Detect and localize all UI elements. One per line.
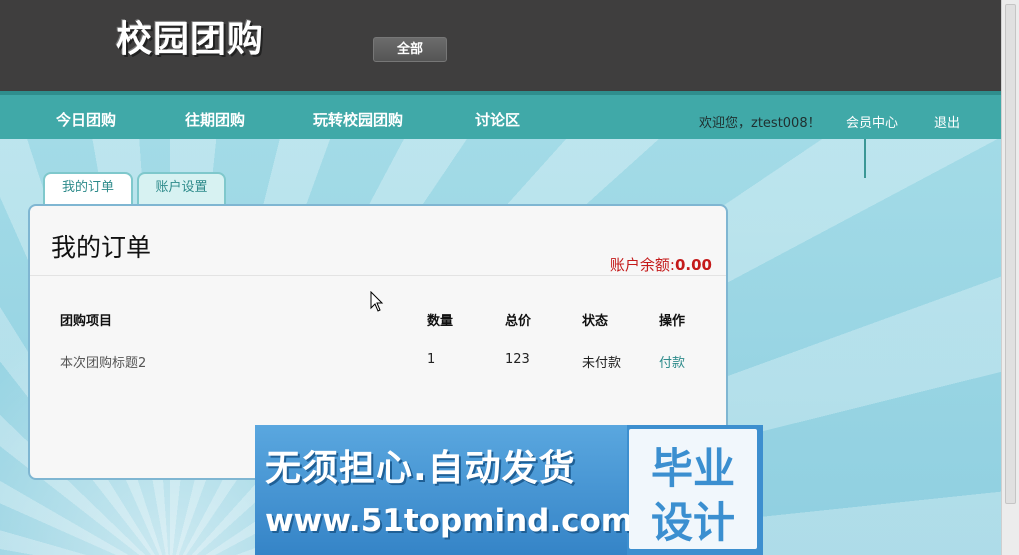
column-header-action: 操作 [659,314,686,329]
order-status: 未付款 [582,356,622,371]
main-nav: 今日团购 往期团购 玩转校园团购 讨论区 欢迎您，ztest008！ 会员中心 … [0,91,1001,139]
nav-past-deals[interactable]: 往期团购 [185,109,245,130]
ad-box-line1: 毕业 [650,444,735,493]
nav-campus-guide[interactable]: 玩转校园团购 [313,109,403,130]
ad-banner[interactable]: 无须担心.自动发货 www.51topmind.com 毕业 设计 [255,425,763,555]
nav-forum[interactable]: 讨论区 [475,109,520,130]
balance-value: 0.00 [674,256,712,274]
ad-box-line2: 设计 [650,498,735,547]
tab-my-orders[interactable]: 我的订单 [43,172,133,204]
ad-url: www.51topmind.com [265,503,634,539]
dropdown-indicator-line [864,139,866,178]
ad-slogan: 无须担心.自动发货 [265,448,576,489]
member-center-link[interactable]: 会员中心 [846,112,898,131]
pay-link[interactable]: 付款 [659,352,685,371]
page-title: 我的订单 [51,233,152,262]
tab-account-settings[interactable]: 账户设置 [137,172,226,204]
column-header-status: 状态 [582,314,609,329]
mouse-cursor-icon [370,291,384,312]
ad-graduation-box: 毕业 设计 [629,429,757,549]
account-balance: 账户余额:0.00 [610,254,712,275]
column-header-total: 总价 [505,314,532,329]
ad-left-panel: 无须担心.自动发货 www.51topmind.com [255,425,633,555]
scrollbar-thumb[interactable] [1005,4,1016,504]
logout-link[interactable]: 退出 [934,112,960,131]
site-header: 校园团购 全部 [0,0,1001,91]
balance-label: 账户余额: [609,256,675,274]
order-total: 123 [505,352,530,367]
site-logo[interactable]: 校园团购 [116,10,264,62]
nav-today-deals[interactable]: 今日团购 [56,109,116,130]
column-header-item: 团购项目 [60,314,113,329]
city-select-button[interactable]: 全部 [373,37,447,62]
column-header-qty: 数量 [427,314,454,329]
vertical-scrollbar[interactable] [1001,0,1019,555]
welcome-text: 欢迎您，ztest008！ [699,116,821,131]
order-item-title[interactable]: 本次团购标题2 [60,352,146,371]
order-qty: 1 [427,352,436,367]
title-divider [30,275,726,276]
